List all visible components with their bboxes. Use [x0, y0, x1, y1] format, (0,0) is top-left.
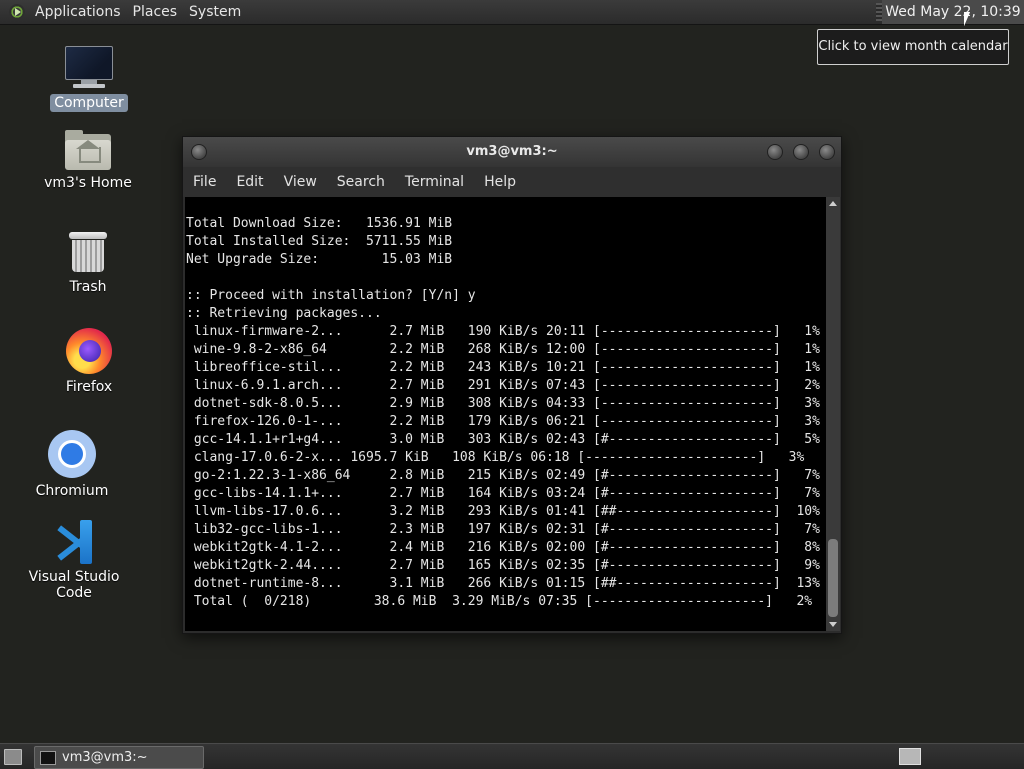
taskbar-item-terminal[interactable]: vm3@vm3:~	[34, 746, 204, 769]
desktop-icon-home[interactable]: vm3's Home	[33, 130, 143, 192]
terminal-line: webkit2gtk-2.44.... 2.7 MiB 165 KiB/s 02…	[186, 558, 820, 573]
scroll-down-icon[interactable]	[829, 622, 837, 627]
terminal-text: Total Download Size: 1536.91 MiB Total I…	[185, 197, 826, 611]
show-desktop-icon[interactable]	[4, 749, 22, 765]
computer-icon	[65, 46, 113, 90]
terminal-line: :: Retrieving packages...	[186, 306, 382, 321]
terminal-line: gcc-libs-14.1.1+... 2.7 MiB 164 KiB/s 03…	[186, 486, 820, 501]
minimize-icon[interactable]	[767, 144, 783, 160]
scrollbar-thumb[interactable]	[828, 539, 838, 617]
trash-icon	[69, 230, 107, 274]
terminal-line: Net Upgrade Size: 15.03 MiB	[186, 252, 453, 267]
menu-view[interactable]: View	[274, 167, 327, 197]
desktop-icon-computer[interactable]: Computer	[34, 46, 144, 112]
terminal-line: Total ( 0/218) 38.6 MiB 3.29 MiB/s 07:35…	[186, 594, 813, 609]
desktop-icon-label: Computer	[50, 94, 128, 112]
terminal-line: go-2:1.22.3-1-x86_64 2.8 MiB 215 KiB/s 0…	[186, 468, 820, 483]
vscode-icon	[52, 520, 96, 564]
terminal-line: :: Proceed with installation? [Y/n] y	[186, 288, 476, 303]
desktop-icon-label: vm3's Home	[44, 175, 132, 191]
menu-file[interactable]: File	[183, 167, 226, 197]
terminal-line: dotnet-sdk-8.0.5... 2.9 MiB 308 KiB/s 04…	[186, 396, 820, 411]
desktop-icon-label: Trash	[69, 279, 107, 295]
top-panel: Applications Places System Wed May 22, 1…	[0, 0, 1024, 44]
workspace-switcher[interactable]	[899, 748, 921, 765]
menu-system[interactable]: System	[183, 0, 247, 24]
window-menu-icon[interactable]	[191, 144, 207, 160]
terminal-menubar: File Edit View Search Terminal Help	[183, 167, 841, 197]
mouse-pointer-icon	[964, 12, 976, 26]
desktop-icon-label: Visual Studio Code	[28, 569, 120, 601]
terminal-line: libreoffice-stil... 2.2 MiB 243 KiB/s 10…	[186, 360, 820, 375]
terminal-line: dotnet-runtime-8... 3.1 MiB 266 KiB/s 01…	[186, 576, 820, 591]
clock-tooltip: Click to view month calendar	[817, 29, 1009, 65]
terminal-line: linux-firmware-2... 2.7 MiB 190 KiB/s 20…	[186, 324, 820, 339]
menu-help[interactable]: Help	[474, 167, 526, 197]
terminal-line: linux-6.9.1.arch... 2.7 MiB 291 KiB/s 07…	[186, 378, 820, 393]
terminal-line: llvm-libs-17.0.6... 3.2 MiB 293 KiB/s 01…	[186, 504, 820, 519]
terminal-line: gcc-14.1.1+r1+g4... 3.0 MiB 303 KiB/s 02…	[186, 432, 820, 447]
distro-logo-icon[interactable]	[9, 4, 25, 20]
menu-applications[interactable]: Applications	[29, 0, 127, 24]
window-title: vm3@vm3:~	[466, 144, 558, 159]
desktop-icon-vscode[interactable]: Visual Studio Code	[19, 520, 129, 602]
bottom-panel: vm3@vm3:~	[0, 743, 1024, 769]
desktop-icon-label: Chromium	[35, 483, 109, 499]
scroll-up-icon[interactable]	[829, 201, 837, 206]
menu-places[interactable]: Places	[127, 0, 184, 24]
terminal-line: Total Download Size: 1536.91 MiB	[186, 216, 453, 231]
terminal-line: wine-9.8-2-x86_64 2.2 MiB 268 KiB/s 12:0…	[186, 342, 820, 357]
desktop-icon-label: Firefox	[65, 379, 113, 395]
menu-terminal[interactable]: Terminal	[395, 167, 474, 197]
desktop-icon-firefox[interactable]: Firefox	[34, 328, 144, 396]
menu-edit[interactable]: Edit	[226, 167, 273, 197]
terminal-scrollbar[interactable]	[826, 197, 840, 631]
terminal-window[interactable]: vm3@vm3:~ File Edit View Search Terminal…	[182, 136, 842, 634]
home-folder-icon	[65, 130, 111, 170]
terminal-line: lib32-gcc-libs-1... 2.3 MiB 197 KiB/s 02…	[186, 522, 820, 537]
terminal-line: firefox-126.0-1-... 2.2 MiB 179 KiB/s 06…	[186, 414, 820, 429]
chromium-icon	[48, 430, 96, 478]
desktop-icon-trash[interactable]: Trash	[33, 230, 143, 296]
window-titlebar[interactable]: vm3@vm3:~	[183, 137, 841, 167]
maximize-icon[interactable]	[793, 144, 809, 160]
desktop: Applications Places System Wed May 22, 1…	[0, 0, 1024, 769]
terminal-line: Total Installed Size: 5711.55 MiB	[186, 234, 453, 249]
terminal-line: webkit2gtk-4.1-2... 2.4 MiB 216 KiB/s 02…	[186, 540, 820, 555]
menu-search[interactable]: Search	[327, 167, 395, 197]
terminal-output[interactable]: Total Download Size: 1536.91 MiB Total I…	[185, 197, 826, 631]
terminal-icon	[40, 751, 56, 765]
clock[interactable]: Wed May 22, 10:39 AM	[882, 0, 1024, 44]
close-icon[interactable]	[819, 144, 835, 160]
firefox-icon	[66, 328, 112, 374]
taskbar-item-label: vm3@vm3:~	[62, 750, 148, 765]
terminal-line: clang-17.0.6-2-x... 1695.7 KiB 108 KiB/s…	[186, 450, 805, 465]
desktop-icon-chromium[interactable]: Chromium	[17, 430, 127, 500]
